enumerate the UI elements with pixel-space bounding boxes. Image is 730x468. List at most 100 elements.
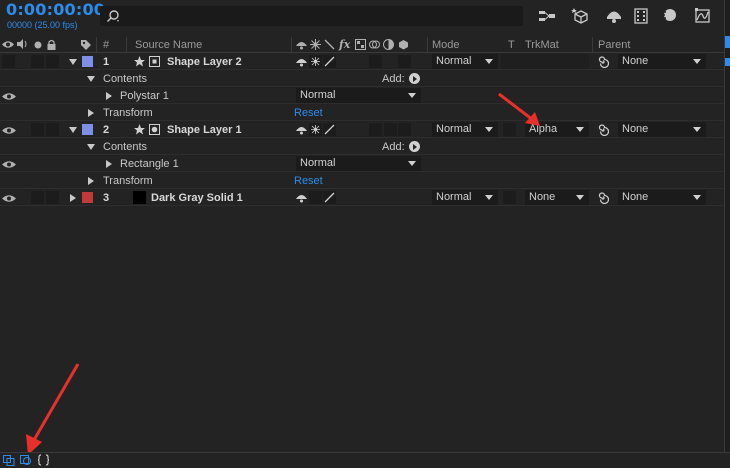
frame-blending-icon[interactable] [633,7,649,25]
layer-number: 2 [103,124,110,136]
video-visibility-toggle[interactable] [2,55,15,68]
blend-mode-value: Normal [436,123,472,135]
expand-layer-toggle[interactable] [69,59,77,65]
column-num[interactable]: # [103,39,109,51]
column-parent[interactable]: Parent [598,39,630,51]
pick-whip-icon[interactable] [597,124,609,136]
polystar-blend-dropdown[interactable]: Normal [296,88,421,103]
pick-whip-icon[interactable] [597,56,609,68]
3d-layer-switch-icon [399,40,408,50]
lock-toggle[interactable] [46,191,59,204]
rectangle-label[interactable]: Rectangle 1 [120,158,179,170]
solo-toggle[interactable] [31,123,44,136]
search-input[interactable] [100,6,523,26]
frame-blend-toggle[interactable] [369,123,382,136]
preserve-transparency-toggle[interactable] [503,191,516,204]
chevron-down-icon [693,59,701,64]
column-t[interactable]: T [508,39,515,51]
expand-layer-toggle[interactable] [70,194,76,202]
in-out-toggle-icon[interactable] [38,454,49,466]
expand-transform-toggle[interactable] [88,109,94,117]
layer-label-color[interactable] [82,56,93,67]
add-menu-button[interactable] [409,73,420,84]
parent-dropdown[interactable]: None [618,122,706,137]
polystar-label[interactable]: Polystar 1 [120,90,169,102]
column-divider [126,37,127,53]
pick-whip-icon[interactable] [597,192,609,204]
column-divider [291,37,292,53]
eye-icon[interactable] [2,92,16,101]
reset-link[interactable]: Reset [294,107,323,119]
timecode-display[interactable]: 0:00:00:00 [6,0,105,19]
blend-mode-dropdown[interactable]: Normal [432,122,498,137]
transform-label: Transform [103,107,153,119]
chevron-down-icon [576,127,584,132]
add-menu-button[interactable] [409,141,420,152]
layer-label-color[interactable] [82,192,93,203]
solo-icon [34,41,42,49]
shy-switch-icon[interactable] [296,57,307,67]
rectangle-blend-dropdown[interactable]: Normal [296,156,421,171]
expand-layer-toggle[interactable] [69,127,77,133]
chevron-down-icon [576,195,584,200]
collapse-toggle[interactable] [309,191,322,204]
motion-blur-icon[interactable] [661,7,677,23]
quality-switch-icon[interactable] [323,191,336,204]
timeline-ruler-marker[interactable] [725,36,730,48]
trkmat-value: None [529,191,556,203]
parent-dropdown[interactable]: None [618,54,706,69]
layer-name[interactable]: Shape Layer 2 [167,56,242,68]
lock-toggle[interactable] [46,123,59,136]
shape-layer-icon [149,56,160,67]
collapse-switch-icon[interactable] [309,55,322,68]
graph-editor-icon[interactable] [694,7,712,25]
chevron-down-icon [693,127,701,132]
3d-layer-toggle[interactable] [398,123,411,136]
comp-mini-flowchart-icon[interactable] [538,8,556,24]
transfer-controls-toggle-icon[interactable] [20,455,32,466]
add-label: Add: [382,73,405,85]
layer-switches-toggle-icon[interactable] [3,455,15,466]
expand-rectangle-toggle[interactable] [106,160,112,168]
expand-contents-toggle[interactable] [87,144,95,150]
expand-contents-toggle[interactable] [87,76,95,82]
layer-name[interactable]: Dark Gray Solid 1 [151,192,243,204]
motion-blur-toggle[interactable] [369,55,382,68]
expand-transform-toggle[interactable] [88,177,94,185]
layer-name[interactable]: Shape Layer 1 [167,124,242,136]
column-mode[interactable]: Mode [432,39,460,51]
shy-switch-icon [296,42,307,50]
layer-label-color[interactable] [82,124,93,135]
work-area-marker[interactable] [725,58,730,66]
eye-icon[interactable] [2,126,16,135]
bottom-toolbar [0,452,730,468]
collapse-switch-icon[interactable] [309,123,322,136]
column-trkmat[interactable]: TrkMat [525,39,559,51]
reset-link[interactable]: Reset [294,175,323,187]
quality-switch-icon[interactable] [323,55,336,68]
solo-toggle[interactable] [31,55,44,68]
star-shape-icon [134,56,145,67]
expand-polystar-toggle[interactable] [106,92,112,100]
blend-mode-dropdown[interactable]: Normal [432,190,498,205]
fx-switch-icon: fx [339,38,351,51]
draft-3d-icon[interactable] [571,6,591,24]
lock-toggle[interactable] [46,55,59,68]
parent-dropdown[interactable]: None [618,190,706,205]
shy-layers-icon[interactable] [605,8,623,24]
eye-icon[interactable] [2,160,16,169]
trkmat-dropdown[interactable] [501,54,589,69]
eye-icon[interactable] [2,194,16,203]
shy-switch-icon[interactable] [296,125,307,135]
column-source-name[interactable]: Source Name [135,39,202,51]
annotation-arrow-trkmat [498,92,540,126]
quality-switch-icon[interactable] [323,123,336,136]
blend-mode-dropdown[interactable]: Normal [432,54,498,69]
solo-toggle[interactable] [31,191,44,204]
trkmat-dropdown[interactable]: None [525,190,589,205]
shy-switch-icon[interactable] [296,193,307,203]
3d-layer-toggle[interactable] [398,55,411,68]
motion-blur-toggle[interactable] [384,123,397,136]
add-label: Add: [382,141,405,153]
chevron-down-icon [485,127,493,132]
